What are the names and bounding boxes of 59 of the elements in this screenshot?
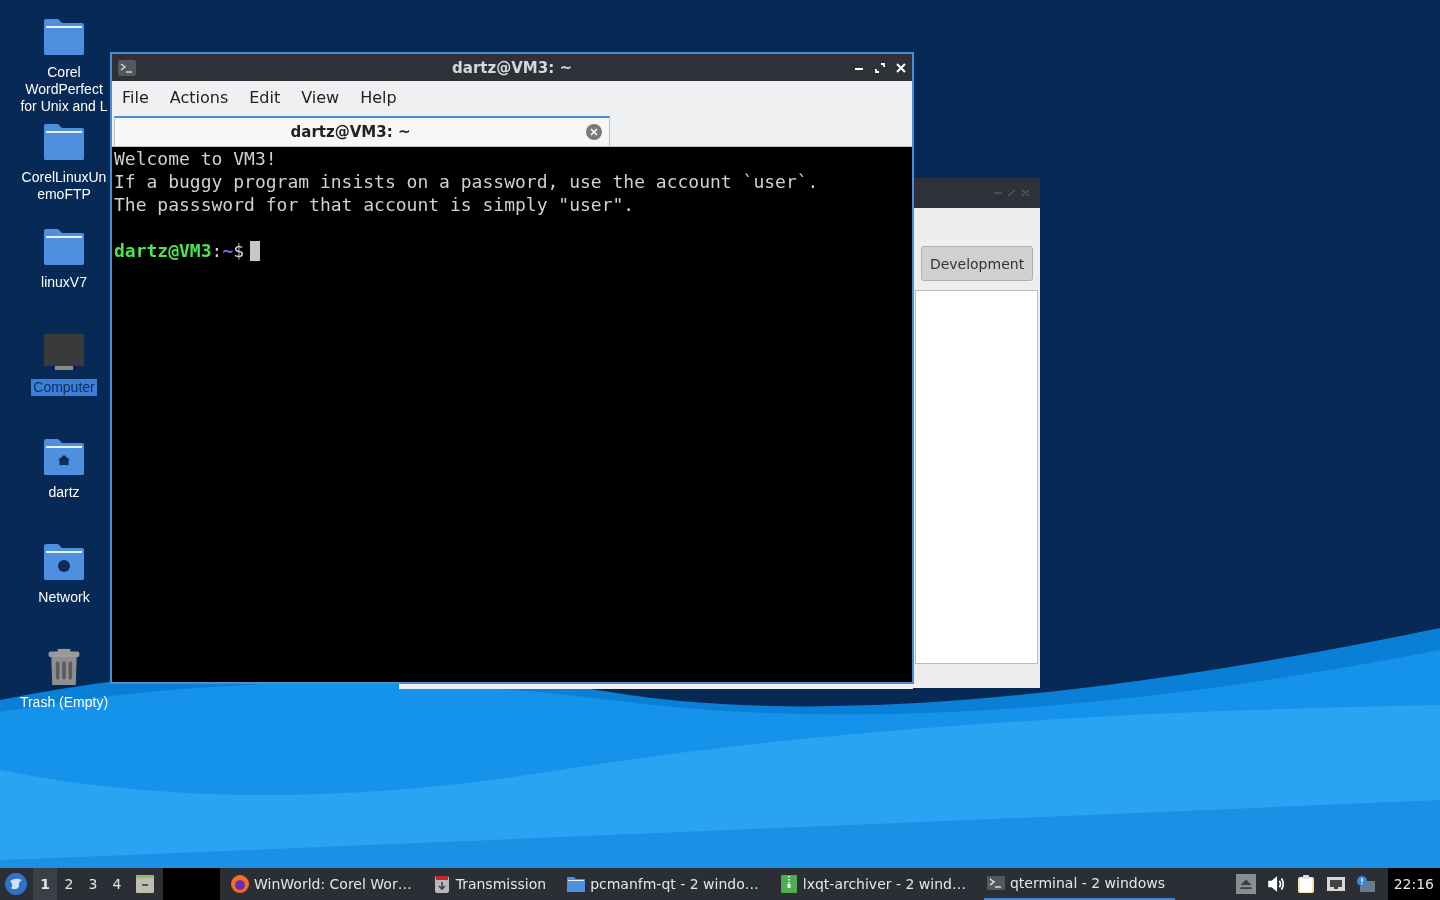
terminal-icon: [118, 59, 136, 76]
icon-label[interactable]: dartz: [46, 484, 82, 501]
icon-label[interactable]: Network: [36, 589, 92, 606]
task-label: lxqt-archiver - 2 wind…: [802, 876, 966, 892]
menu-item[interactable]: File: [122, 88, 159, 107]
terminal-tab[interactable]: dartz@VM3: ~: [114, 116, 610, 146]
folder-icon: [566, 874, 587, 894]
start-menu-icon[interactable]: [5, 873, 27, 895]
fox-globe-icon: [230, 874, 250, 894]
task-label: qterminal - 2 windows: [1009, 875, 1166, 891]
tab-label: dartz@VM3: ~: [289, 123, 412, 141]
icon-label[interactable]: Trash (Empty): [17, 694, 111, 711]
desktop-switch[interactable]: 4: [105, 868, 129, 900]
close-icon[interactable]: [896, 62, 906, 73]
maximize-icon[interactable]: [875, 62, 885, 73]
desktop-switch[interactable]: 2: [57, 868, 81, 900]
desktop-switch[interactable]: 3: [81, 868, 105, 900]
menu-item[interactable]: Edit: [249, 88, 291, 107]
folder-icon[interactable]: [43, 228, 85, 266]
menu-item[interactable]: View: [301, 88, 350, 107]
task-label: WinWorld: Corel Wor…: [254, 876, 412, 892]
terminal-line: Welcome to VM3!: [114, 147, 278, 170]
terminal-line: The passsword for that account is simply "user".: [114, 193, 636, 216]
menu-item[interactable]: Actions: [169, 88, 239, 107]
folder-icon[interactable]: [43, 18, 85, 56]
task-label: Transmission: [455, 876, 547, 892]
icon-label[interactable]: CorelLinuxUn emoFTP: [19, 169, 109, 203]
blank-task: [163, 868, 220, 900]
icon-label[interactable]: linuxV7: [39, 274, 89, 291]
window-title: dartz@VM3: ~: [451, 58, 573, 77]
icon-label[interactable]: Corel WordPerfect for Unix and L: [18, 64, 110, 115]
prompt-separator: :: [211, 240, 223, 261]
prompt-path: ~: [222, 240, 234, 261]
development-button[interactable]: Development: [921, 246, 1033, 281]
clock[interactable]: 22:16: [1387, 868, 1440, 900]
terminal-line: If a buggy program insists on a password, use the account `user`.: [114, 170, 820, 193]
monitor-icon[interactable]: [43, 333, 85, 371]
globe-folder-icon[interactable]: [43, 543, 85, 581]
volume-icon[interactable]: [1265, 874, 1286, 894]
desktop-switch[interactable]: 1: [33, 868, 57, 900]
task-button[interactable]: pcmanfm-qt - 2 windo…: [564, 868, 769, 900]
prompt-symbol: $: [233, 240, 245, 261]
task-button[interactable]: lxqt-archiver - 2 wind…: [776, 868, 976, 900]
task-button[interactable]: qterminal - 2 windows: [983, 868, 1176, 900]
task-label: pcmanfm-qt - 2 windo…: [590, 876, 759, 892]
terminal-icon: [985, 873, 1006, 893]
file-cabinet-icon[interactable]: [135, 874, 155, 894]
notification-icon[interactable]: [1355, 874, 1376, 894]
clipboard-icon[interactable]: [1295, 874, 1316, 894]
menu-item[interactable]: Help: [360, 88, 407, 107]
eject-icon[interactable]: [1235, 874, 1256, 894]
task-button[interactable]: WinWorld: Corel Wor…: [228, 868, 422, 900]
prompt-user: dartz@VM3: [114, 240, 212, 261]
text-cursor: [250, 241, 261, 261]
folder-icon[interactable]: [43, 123, 85, 161]
network-icon[interactable]: [1325, 874, 1346, 894]
task-button[interactable]: Transmission: [429, 868, 557, 900]
zip-file-icon: [778, 874, 799, 894]
home-folder-icon[interactable]: [43, 438, 85, 476]
